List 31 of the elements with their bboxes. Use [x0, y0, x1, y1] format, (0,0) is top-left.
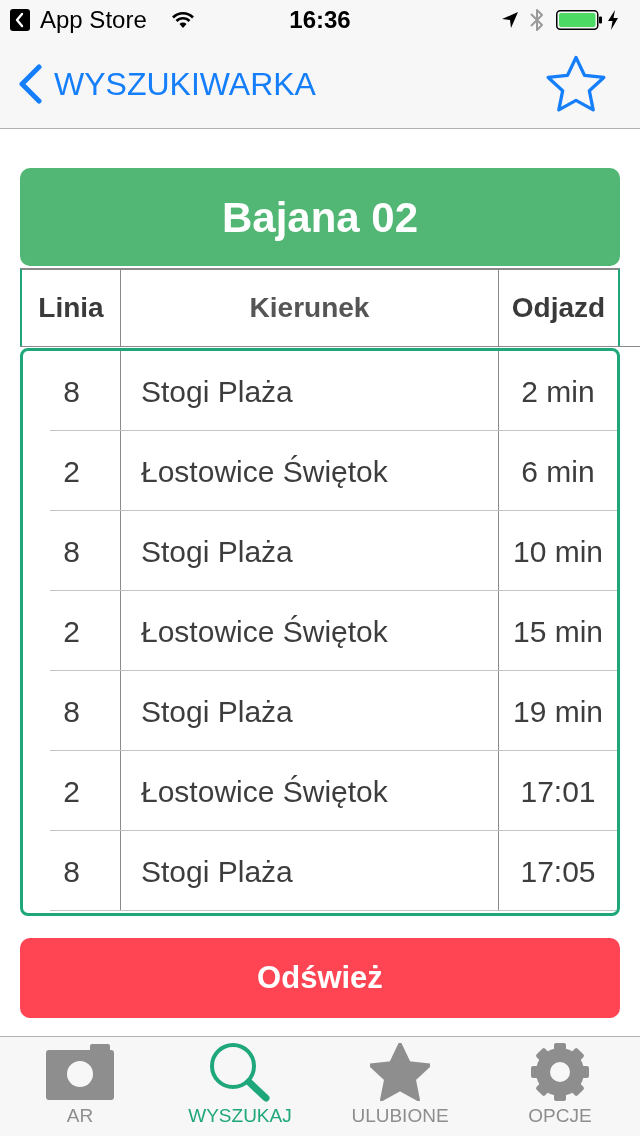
column-header: Kierunek: [121, 270, 499, 346]
charging-bolt-icon: [608, 10, 618, 30]
battery-icon: [556, 10, 602, 30]
stop-name-banner: Bajana 02: [20, 168, 620, 266]
location-arrow-icon: [502, 12, 518, 28]
departure-cell-text: 2 min: [520, 373, 596, 410]
tab-item[interactable]: ULUBIONE: [320, 1037, 480, 1136]
chevron-left-icon: [18, 64, 42, 104]
departure-cell-text: 6 min: [520, 453, 596, 490]
back-button[interactable]: WYSZUKIWARKA: [18, 64, 316, 104]
favorite-button[interactable]: [546, 55, 606, 113]
clock-time: 16:36: [289, 8, 351, 32]
tab-item[interactable]: OPCJE: [480, 1037, 640, 1136]
bluetooth-icon: [530, 8, 544, 32]
departure-cell-text: 17:05: [519, 853, 597, 890]
refresh-button[interactable]: Odśwież: [20, 938, 620, 1018]
tab-item[interactable]: AR: [0, 1037, 160, 1136]
search-icon: [209, 1042, 271, 1102]
camera-icon: [46, 1044, 114, 1100]
column-header: Odjazd: [510, 291, 607, 325]
star-icon: [546, 55, 606, 113]
settings-icon: [530, 1042, 590, 1102]
departure-cell-text: 15 min: [511, 613, 604, 650]
back-app-label[interactable]: App Store: [40, 8, 147, 32]
wifi-icon: [170, 11, 195, 29]
tab-item[interactable]: WYSZUKAJ: [160, 1037, 320, 1136]
column-header: Linia: [22, 270, 121, 346]
departure-cell-text: 19 min: [511, 693, 604, 730]
departure-cell-text: 10 min: [511, 533, 604, 570]
departure-cell-text: 17:01: [519, 773, 597, 810]
star-icon: [370, 1043, 430, 1101]
